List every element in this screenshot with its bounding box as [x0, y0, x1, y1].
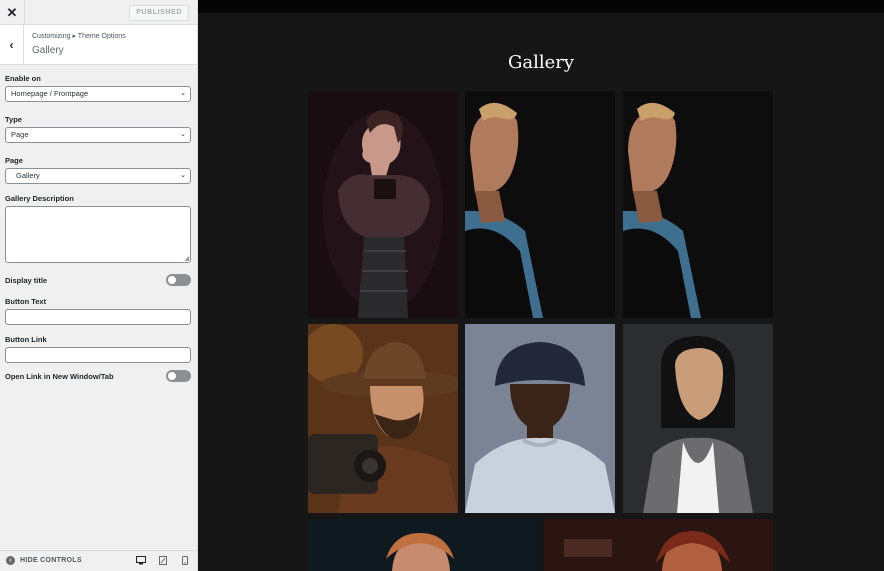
display-title-label: Display title — [5, 275, 48, 285]
gallery-photo-woman-sheer-blouse[interactable] — [308, 91, 458, 318]
customizer-topbar: ✕ PUBLISHED — [0, 0, 197, 25]
close-icon: ✕ — [6, 4, 18, 20]
toggle-knob — [168, 276, 176, 284]
section-title: Gallery — [32, 45, 64, 56]
controls-panel: Enable on Homepage / Frontpage ⌄ Type Pa… — [5, 74, 191, 382]
type-value: Page — [11, 130, 29, 139]
button-link-label: Button Link — [5, 335, 47, 344]
description-textarea[interactable]: ◢ — [5, 206, 191, 263]
gallery-photo-woman-partial-right[interactable] — [544, 519, 773, 571]
new-window-row: Open Link in New Window/Tab — [5, 370, 191, 382]
button-text-input[interactable] — [5, 309, 191, 325]
gallery-photo-man-profile-blue-shirt[interactable] — [465, 91, 615, 318]
hide-controls-label: HIDE CONTROLS — [20, 557, 82, 564]
gallery-photo-bearded-man-hat[interactable] — [308, 324, 458, 513]
customizer-footer: ‹ HIDE CONTROLS — [0, 550, 197, 571]
section-header: ‹ Customizing ▸ Theme Options Gallery — [0, 25, 197, 65]
description-label: Gallery Description — [5, 194, 74, 203]
gallery-photo-woman-partial-left[interactable] — [308, 519, 537, 571]
resize-handle-icon[interactable]: ◢ — [184, 255, 189, 262]
page-value: Gallery — [16, 171, 40, 180]
page-select[interactable]: Gallery ⌄ — [5, 168, 191, 184]
hide-controls-button[interactable]: ‹ HIDE CONTROLS — [6, 556, 82, 565]
desktop-icon[interactable] — [136, 556, 146, 567]
button-text-label: Button Text — [5, 297, 47, 306]
gallery-heading: Gallery — [507, 52, 575, 73]
publish-button[interactable]: PUBLISHED — [129, 5, 189, 21]
back-button[interactable]: ‹ — [0, 25, 24, 64]
gallery-photo-man-profile-blue-shirt-2[interactable] — [623, 91, 773, 318]
gallery-photo-woman-gray-coat[interactable] — [623, 324, 773, 513]
tablet-icon[interactable] — [159, 556, 167, 567]
enable-on-select[interactable]: Homepage / Frontpage ⌄ — [5, 86, 191, 102]
gallery-photo-man-bucket-hat[interactable] — [465, 324, 615, 513]
customizer-sidebar: ✕ PUBLISHED ‹ Customizing ▸ Theme Option… — [0, 0, 198, 571]
chevron-down-icon: ⌄ — [180, 90, 186, 97]
button-link-input[interactable] — [5, 347, 191, 363]
breadcrumb: Customizing ▸ Theme Options — [32, 33, 126, 40]
preview-header-bar — [198, 0, 884, 13]
new-window-toggle[interactable] — [166, 370, 191, 382]
type-label: Type — [5, 115, 22, 124]
display-title-toggle[interactable] — [166, 274, 191, 286]
type-select[interactable]: Page ⌄ — [5, 127, 191, 143]
chevron-left-icon: ‹ — [9, 37, 14, 52]
close-button[interactable]: ✕ — [0, 0, 25, 25]
display-title-row: Display title — [5, 274, 191, 286]
new-window-label: Open Link in New Window/Tab — [5, 371, 114, 381]
page-label: Page — [5, 156, 23, 165]
enable-on-value: Homepage / Frontpage — [11, 89, 89, 98]
chevron-down-icon: ⌄ — [180, 131, 186, 138]
collapse-icon: ‹ — [6, 556, 15, 565]
toggle-knob — [168, 372, 176, 380]
enable-on-label: Enable on — [5, 74, 41, 83]
mobile-icon[interactable] — [182, 556, 188, 567]
chevron-down-icon: ⌄ — [180, 172, 186, 179]
site-preview: Gallery — [198, 0, 884, 571]
